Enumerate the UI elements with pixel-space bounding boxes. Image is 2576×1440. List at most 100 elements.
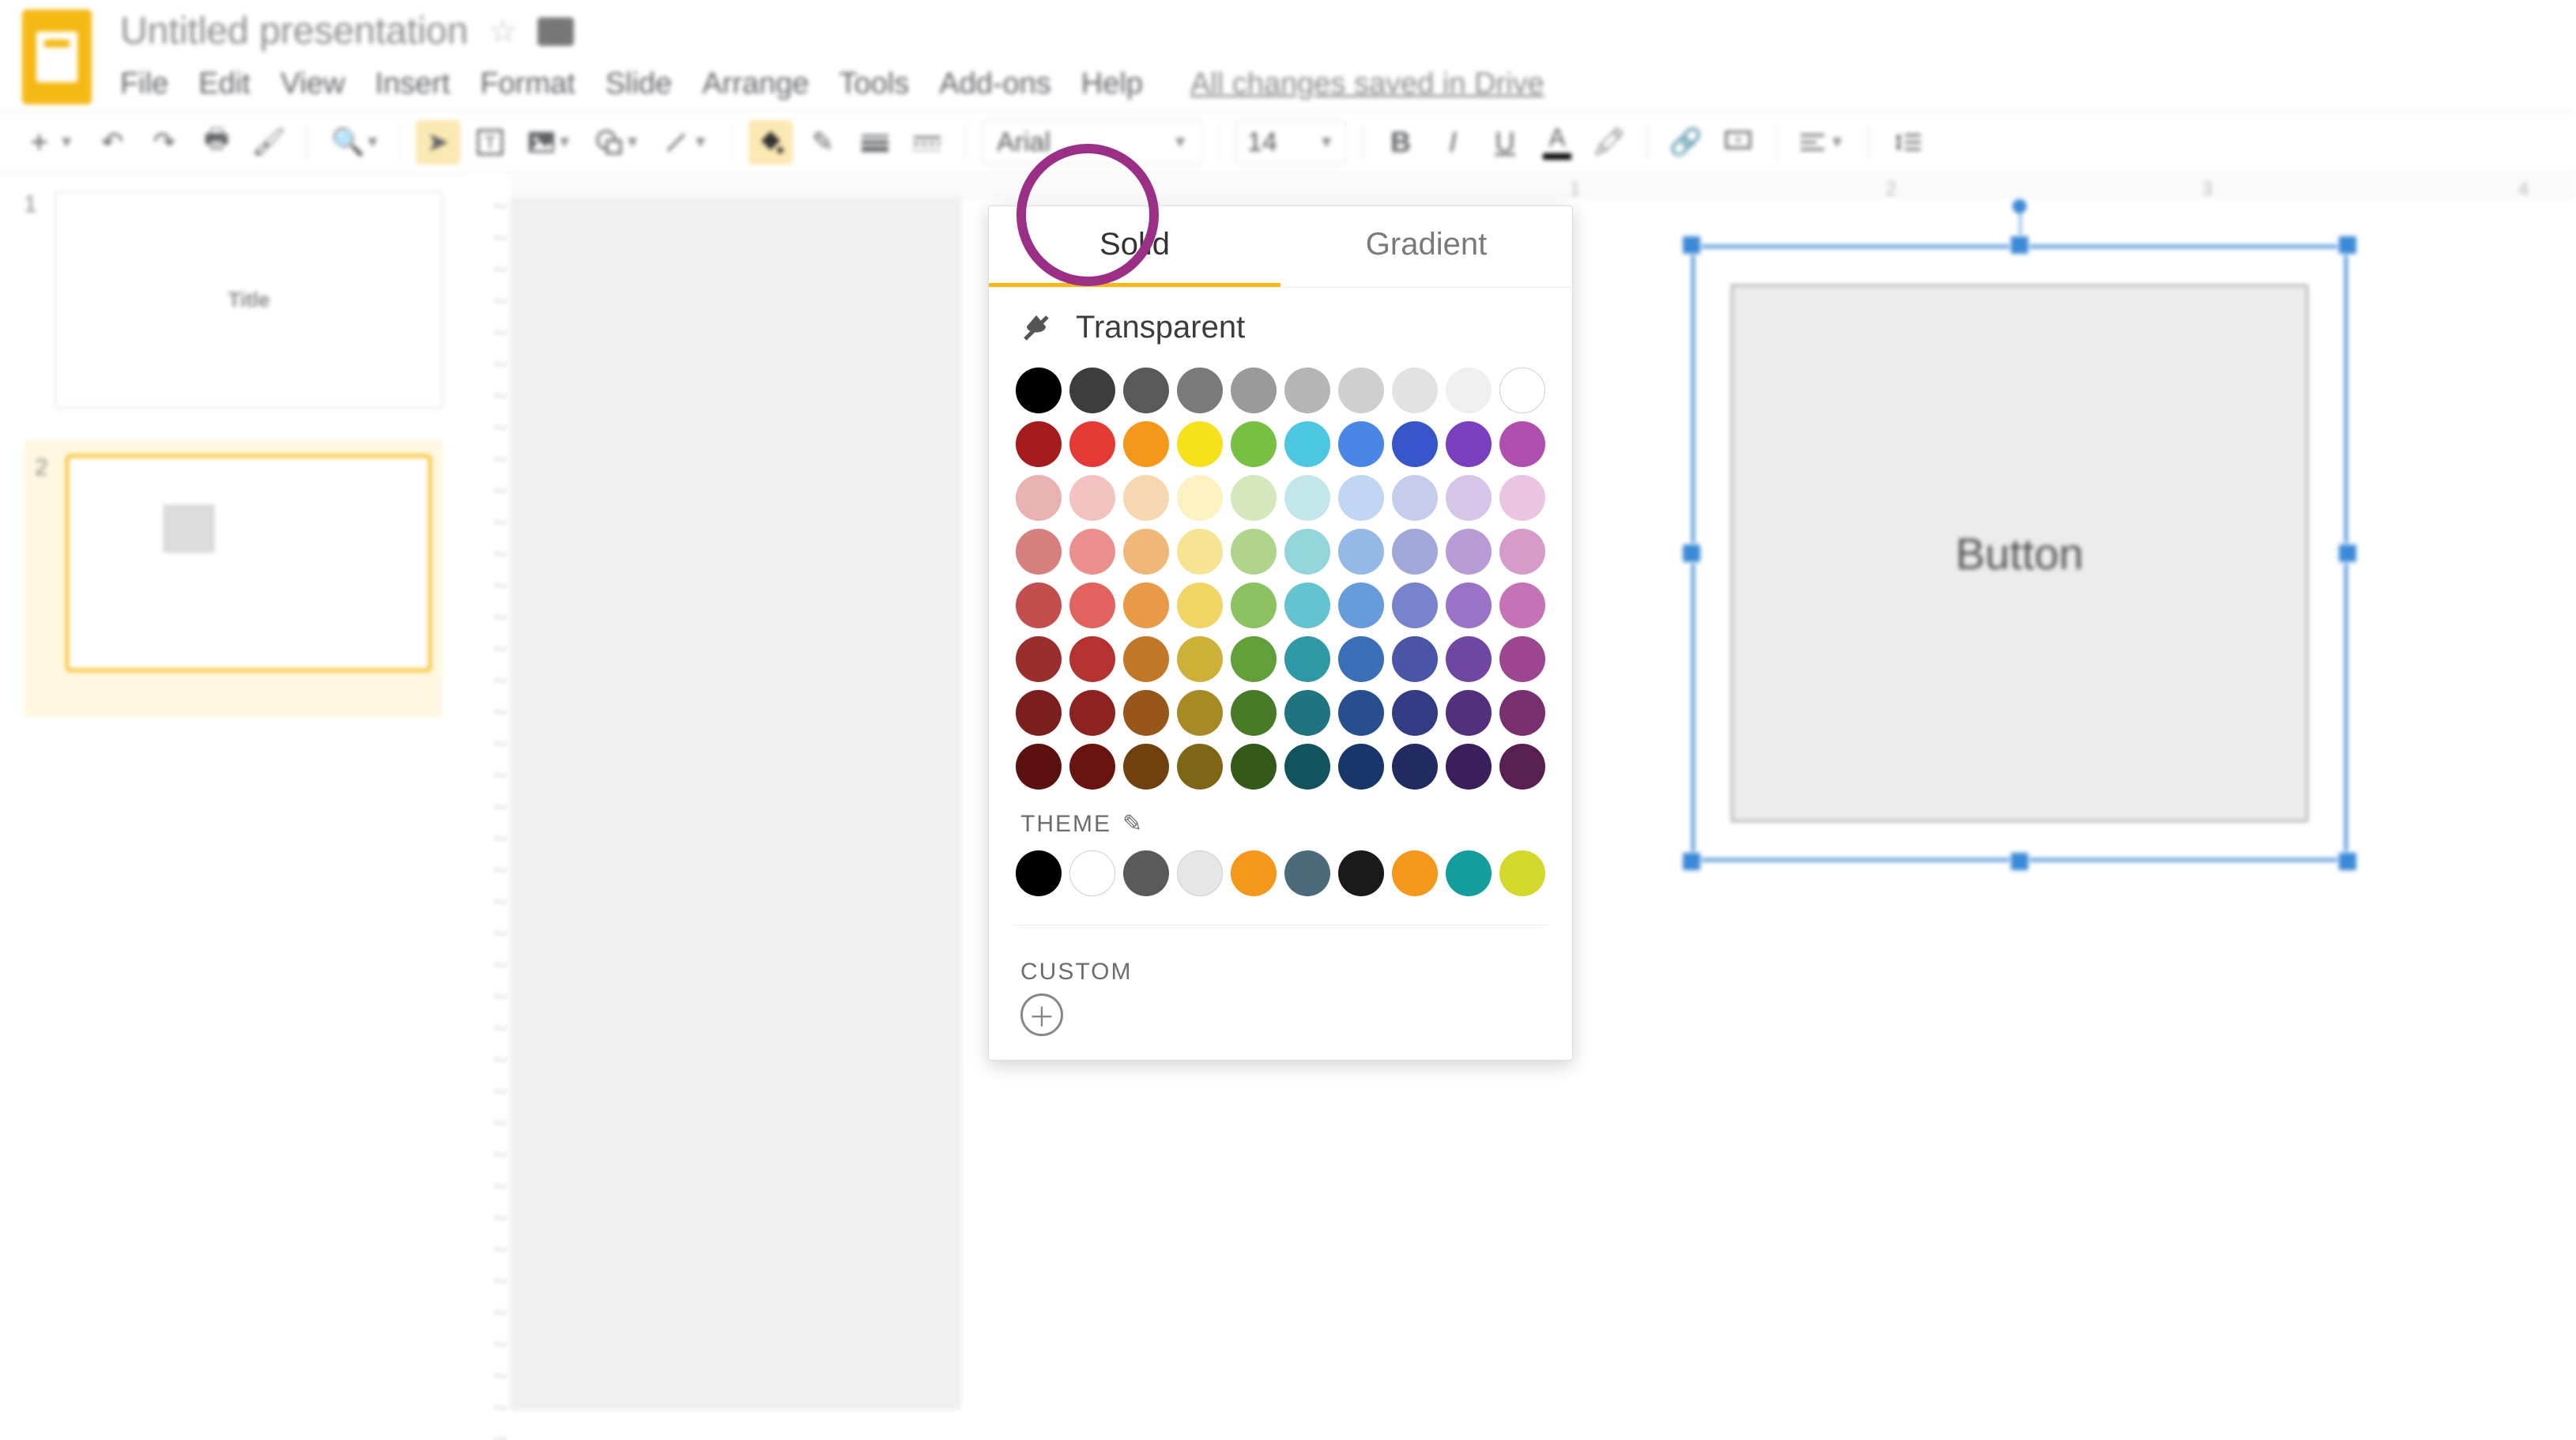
color-swatch[interactable]: [1069, 744, 1115, 790]
color-swatch[interactable]: [1338, 475, 1384, 521]
color-swatch[interactable]: [1284, 529, 1330, 575]
theme-color-swatch[interactable]: [1016, 850, 1062, 896]
color-swatch[interactable]: [1392, 690, 1438, 736]
redo-button[interactable]: ↷: [142, 120, 187, 164]
menu-file[interactable]: File: [120, 67, 168, 101]
color-swatch[interactable]: [1284, 368, 1330, 413]
theme-color-swatch[interactable]: [1284, 850, 1330, 896]
color-swatch[interactable]: [1499, 744, 1545, 790]
color-swatch[interactable]: [1338, 636, 1384, 682]
color-swatch[interactable]: [1177, 421, 1223, 467]
color-swatch[interactable]: [1123, 421, 1169, 467]
color-swatch[interactable]: [1392, 529, 1438, 575]
menu-arrange[interactable]: Arrange: [702, 67, 809, 101]
image-button[interactable]: ▼: [520, 120, 580, 164]
color-swatch[interactable]: [1231, 475, 1277, 521]
resize-handle-s[interactable]: [2009, 851, 2030, 872]
color-swatch[interactable]: [1446, 636, 1492, 682]
undo-button[interactable]: ↶: [90, 120, 134, 164]
theme-color-swatch[interactable]: [1069, 850, 1115, 896]
print-button[interactable]: 🖶: [194, 120, 239, 164]
color-swatch[interactable]: [1446, 421, 1492, 467]
color-swatch[interactable]: [1016, 744, 1062, 790]
color-swatch[interactable]: [1231, 690, 1277, 736]
shape-body[interactable]: Button: [1731, 285, 2308, 822]
color-swatch[interactable]: [1284, 744, 1330, 790]
color-swatch[interactable]: [1069, 368, 1115, 413]
color-swatch[interactable]: [1392, 582, 1438, 628]
color-swatch[interactable]: [1123, 475, 1169, 521]
color-swatch[interactable]: [1016, 368, 1062, 413]
color-swatch[interactable]: [1499, 582, 1545, 628]
color-swatch[interactable]: [1499, 529, 1545, 575]
color-swatch[interactable]: [1016, 636, 1062, 682]
new-slide-button[interactable]: +▼: [22, 120, 82, 164]
color-swatch[interactable]: [1231, 421, 1277, 467]
color-swatch[interactable]: [1338, 690, 1384, 736]
color-swatch[interactable]: [1499, 368, 1545, 413]
color-swatch[interactable]: [1016, 475, 1062, 521]
color-swatch[interactable]: [1016, 529, 1062, 575]
color-swatch[interactable]: [1177, 690, 1223, 736]
color-swatch[interactable]: [1338, 529, 1384, 575]
menu-help[interactable]: Help: [1081, 67, 1143, 101]
resize-handle-nw[interactable]: [1681, 235, 1702, 255]
resize-handle-se[interactable]: [2337, 851, 2358, 872]
resize-handle-n[interactable]: [2009, 235, 2030, 255]
color-swatch[interactable]: [1123, 636, 1169, 682]
color-swatch[interactable]: [1069, 421, 1115, 467]
color-swatch[interactable]: [1016, 421, 1062, 467]
resize-handle-e[interactable]: [2337, 543, 2358, 564]
menu-tools[interactable]: Tools: [839, 67, 910, 101]
color-swatch[interactable]: [1284, 636, 1330, 682]
color-swatch[interactable]: [1016, 690, 1062, 736]
menu-view[interactable]: View: [281, 67, 345, 101]
menu-slide[interactable]: Slide: [605, 67, 673, 101]
save-status[interactable]: All changes saved in Drive: [1190, 67, 1544, 101]
color-swatch[interactable]: [1231, 744, 1277, 790]
color-swatch[interactable]: [1392, 368, 1438, 413]
theme-color-swatch[interactable]: [1177, 850, 1223, 896]
tab-gradient[interactable]: Gradient: [1280, 206, 1572, 287]
color-swatch[interactable]: [1177, 368, 1223, 413]
color-swatch[interactable]: [1177, 529, 1223, 575]
zoom-button[interactable]: 🔍▼: [323, 120, 383, 164]
add-custom-color-button[interactable]: ＋: [1020, 993, 1063, 1036]
select-tool-button[interactable]: ➤: [416, 120, 460, 164]
textbox-button[interactable]: T: [468, 120, 512, 164]
color-swatch[interactable]: [1446, 475, 1492, 521]
slide-thumbnail-2[interactable]: [66, 454, 432, 672]
resize-handle-ne[interactable]: [2337, 235, 2358, 255]
slide-thumbnail-1[interactable]: Title: [55, 191, 443, 409]
color-swatch[interactable]: [1338, 368, 1384, 413]
color-swatch[interactable]: [1123, 582, 1169, 628]
theme-color-swatch[interactable]: [1392, 850, 1438, 896]
transparent-option[interactable]: Transparent: [989, 288, 1572, 368]
font-size-select[interactable]: 14▼: [1235, 120, 1346, 164]
text-color-button[interactable]: A: [1535, 120, 1579, 164]
color-swatch[interactable]: [1123, 529, 1169, 575]
color-swatch[interactable]: [1284, 690, 1330, 736]
star-icon[interactable]: ☆: [488, 13, 517, 50]
selected-shape[interactable]: Button: [1692, 245, 2348, 861]
theme-color-swatch[interactable]: [1123, 850, 1169, 896]
color-swatch[interactable]: [1069, 475, 1115, 521]
align-button[interactable]: ▼: [1793, 120, 1853, 164]
move-folder-icon[interactable]: [537, 17, 574, 46]
line-spacing-button[interactable]: [1885, 120, 1929, 164]
color-swatch[interactable]: [1446, 529, 1492, 575]
color-swatch[interactable]: [1284, 475, 1330, 521]
line-button[interactable]: ▼: [656, 120, 716, 164]
color-swatch[interactable]: [1446, 368, 1492, 413]
color-swatch[interactable]: [1338, 582, 1384, 628]
color-swatch[interactable]: [1499, 636, 1545, 682]
edit-theme-icon[interactable]: ✎: [1122, 810, 1144, 838]
menu-edit[interactable]: Edit: [198, 67, 250, 101]
color-swatch[interactable]: [1069, 529, 1115, 575]
resize-handle-sw[interactable]: [1681, 851, 1702, 872]
color-swatch[interactable]: [1123, 690, 1169, 736]
menu-format[interactable]: Format: [480, 67, 575, 101]
color-swatch[interactable]: [1177, 744, 1223, 790]
bold-button[interactable]: B: [1379, 120, 1423, 164]
theme-color-swatch[interactable]: [1446, 850, 1492, 896]
